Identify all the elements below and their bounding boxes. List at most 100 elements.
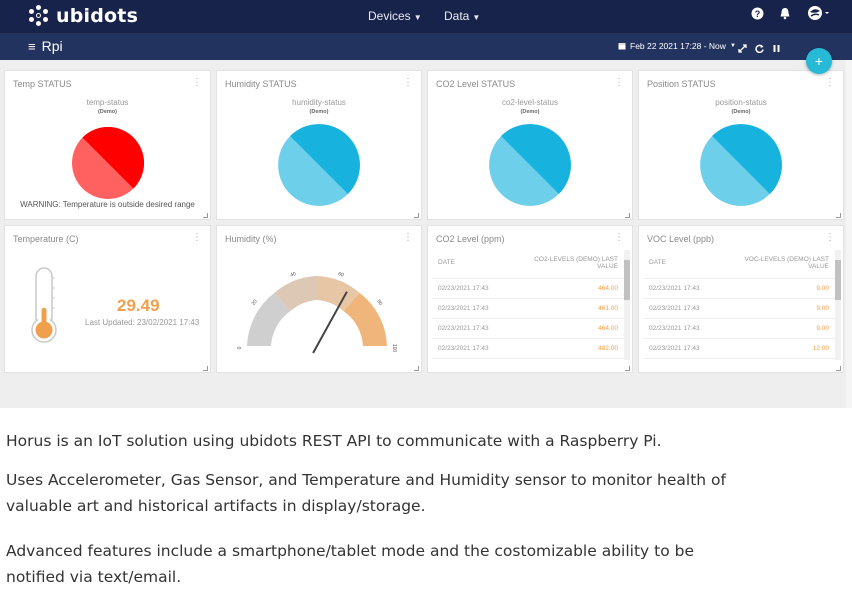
description-paragraph-2: Uses Accelerometer, Gas Sensor, and Temp… (6, 467, 836, 519)
column-header-value[interactable]: VOC-LEVELS (DEMO) LAST VALUE (713, 248, 835, 279)
brand-name: ubidots (56, 5, 139, 27)
humidity-gauge: 0 20 40 60 80 100 (237, 271, 397, 354)
scrollbar-thumb[interactable] (624, 260, 630, 300)
column-header-date[interactable]: DATE (432, 248, 504, 279)
resize-handle[interactable] (625, 213, 630, 218)
resize-handle[interactable] (203, 366, 208, 371)
gauge-tick-label: 100 (391, 344, 397, 353)
column-header-value[interactable]: CO2-LEVELS (DEMO) LAST VALUE (503, 248, 624, 279)
description-paragraph-1: Horus is an IoT solution using ubidots R… (6, 432, 662, 450)
widget-co2-table: CO2 Level (ppm) ⋮ DATE CO2-LEVELS (DEMO)… (427, 225, 633, 373)
row-date: 02/23/2021 17:43 (432, 278, 504, 299)
row-value: 464.00 (503, 318, 624, 339)
row-date: 02/23/2021 17:43 (432, 298, 504, 319)
date-range-label: Feb 22 2021 17:28 - Now (630, 41, 726, 51)
co2-data-table: DATE CO2-LEVELS (DEMO) LAST VALUE 02/23/2… (432, 248, 624, 359)
variable-label: position-status (715, 98, 767, 107)
resize-handle[interactable] (625, 366, 630, 371)
add-widget-label: + (814, 53, 824, 69)
widget-position-status: Position STATUS ⋮ position-status (Demo) (638, 70, 844, 220)
temperature-value: 29.49 (117, 296, 160, 315)
variable-label: humidity-status (292, 98, 346, 107)
table-row: 02/23/2021 17:43 9.00 (643, 278, 835, 299)
add-widget-button[interactable]: + (806, 48, 832, 74)
last-updated-text: Last Updated: 23/02/2021 17:43 (85, 318, 200, 327)
widget-co2-status: CO2 Level STATUS ⋮ co2-level-status (Dem… (427, 70, 633, 220)
widget-menu-icon[interactable]: ⋮ (403, 77, 413, 88)
row-date: 02/23/2021 17:43 (643, 298, 714, 319)
widget-temp-status: Temp STATUS ⋮ temp-status (Demo) WARNING… (4, 70, 211, 220)
widget-menu-icon[interactable]: ⋮ (614, 77, 624, 88)
status-indicator-blue (700, 124, 782, 206)
row-value: 482.00 (503, 338, 624, 359)
widget-title: CO2 Level STATUS (436, 79, 516, 89)
variable-label: co2-level-status (501, 98, 559, 107)
widget-title: Position STATUS (647, 79, 716, 89)
row-value: 9.00 (713, 278, 835, 299)
resize-handle[interactable] (414, 366, 419, 371)
widget-title: Humidity (%) (225, 234, 277, 244)
row-date: 02/23/2021 17:43 (643, 338, 714, 359)
ubidots-logo[interactable]: ubidots (28, 4, 138, 28)
fullscreen-icon[interactable] (738, 40, 747, 58)
top-navbar: ubidots Devices ▼ Data ▼ ? (0, 0, 852, 33)
column-header-value-line1: CO2-LEVELS (DEMO) LAST (534, 255, 618, 263)
table-row: 02/23/2021 17:43 461.00 (432, 298, 624, 319)
column-header-value-line1: VOC-LEVELS (DEMO) LAST (744, 255, 829, 263)
gauge-tick-label: 40 (290, 271, 297, 278)
widget-menu-icon[interactable]: ⋮ (825, 232, 835, 243)
widget-menu-icon[interactable]: ⋮ (403, 232, 413, 243)
row-value: 461.00 (503, 298, 624, 319)
table-scrollbar[interactable] (835, 250, 841, 360)
nav-devices-label: Devices (368, 9, 411, 23)
bell-icon[interactable] (778, 6, 792, 20)
description-line: Uses Accelerometer, Gas Sensor, and Temp… (6, 471, 726, 489)
date-range-picker[interactable]: Feb 22 2021 17:28 - Now ▼ (618, 41, 736, 51)
column-header-date[interactable]: DATE (643, 248, 714, 279)
widget-title: VOC Level (ppb) (647, 234, 715, 244)
resize-handle[interactable] (414, 213, 419, 218)
widget-menu-icon[interactable]: ⋮ (614, 232, 624, 243)
thermometer-fill (41, 307, 47, 330)
refresh-icon[interactable] (755, 40, 764, 58)
thermometer-icon (31, 267, 57, 343)
scrollbar-thumb[interactable] (835, 260, 841, 300)
table-row: 02/23/2021 17:43 464.00 (432, 318, 624, 339)
row-date: 02/23/2021 17:43 (643, 318, 714, 339)
dashboard-title: Rpi (41, 38, 63, 54)
variable-label: temp-status (86, 98, 129, 107)
gauge-tick-label: 20 (251, 299, 259, 307)
row-date: 02/23/2021 17:43 (432, 338, 504, 359)
device-label: (Demo) (309, 109, 329, 115)
row-value: 12.00 (713, 338, 835, 359)
widget-title: CO2 Level (ppm) (436, 234, 505, 244)
hamburger-menu-icon[interactable]: ≡ (28, 39, 36, 54)
nav-data[interactable]: Data ▼ (444, 9, 480, 23)
widget-menu-icon[interactable]: ⋮ (825, 77, 835, 88)
resize-handle[interactable] (836, 213, 841, 218)
widget-menu-icon[interactable]: ⋮ (192, 77, 202, 88)
table-row: 02/23/2021 17:43 9.00 (643, 298, 835, 319)
page-scrollbar[interactable] (846, 60, 852, 408)
resize-handle[interactable] (203, 213, 208, 218)
status-indicator-blue (489, 124, 571, 206)
table-row: 02/23/2021 17:43 12.00 (643, 338, 835, 359)
nav-devices[interactable]: Devices ▼ (368, 9, 422, 23)
gauge-tick-label: 80 (375, 299, 383, 307)
table-row: 02/23/2021 17:43 464.00 (432, 278, 624, 299)
calendar-icon (618, 43, 626, 50)
row-date: 02/23/2021 17:43 (432, 318, 504, 339)
column-header-value-line2: VALUE (808, 262, 829, 270)
row-value: 9.00 (713, 298, 835, 319)
pause-icon[interactable] (772, 40, 781, 58)
user-avatar[interactable] (806, 6, 830, 20)
help-icon[interactable]: ? (750, 6, 764, 20)
dashboard-selector[interactable]: ≡ Rpi (28, 38, 63, 54)
table-scrollbar[interactable] (624, 250, 630, 360)
warning-text: WARNING: Temperature is outside desired … (20, 200, 195, 209)
resize-handle[interactable] (836, 366, 841, 371)
voc-data-table: DATE VOC-LEVELS (DEMO) LAST VALUE 02/23/2… (643, 248, 835, 359)
row-date: 02/23/2021 17:43 (643, 278, 714, 299)
svg-text:?: ? (754, 8, 760, 18)
widget-menu-icon[interactable]: ⋮ (192, 232, 202, 243)
